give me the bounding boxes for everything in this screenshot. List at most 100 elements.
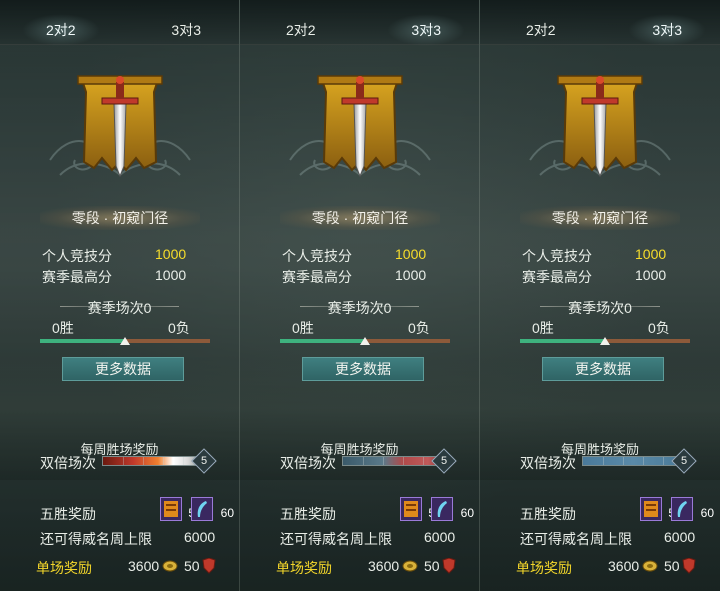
cap-label: 还可得威名周上限 <box>40 531 152 547</box>
tabs-right: 3对3 <box>171 22 201 38</box>
more-data-button[interactable]: 更多数据 <box>542 357 664 381</box>
mode-tabs: 2对2 3对3 <box>0 0 239 46</box>
season-wins: 0胜 <box>532 320 554 336</box>
single-label: 单场奖励 <box>516 560 572 576</box>
cap-value: 6000 <box>424 529 456 545</box>
rank-sword-banner-icon <box>317 75 403 178</box>
stats-personal-value: 1000 <box>395 246 427 262</box>
season-wins: 0胜 <box>52 320 74 336</box>
arena-panel: 2对2 3对3 零段 · 初窥门径 个人竞技分 1000 赛季最高分 1000 … <box>480 0 720 591</box>
coin-icon <box>402 560 418 572</box>
cap-label: 还可得威名周上限 <box>520 531 632 547</box>
double-matches-bar: 5 <box>342 448 457 474</box>
personal-score-value: 1000 <box>395 246 426 262</box>
stats-personal-label: 个人竞技分 <box>282 248 352 264</box>
reward-item-scroll-icon[interactable]: 5 <box>400 497 435 521</box>
tab-3v3[interactable]: 3对3 <box>387 14 465 46</box>
tabs-left: 2对2 <box>46 22 76 38</box>
tab-2v2[interactable]: 2对2 <box>286 20 316 40</box>
season-max-label: 赛季最高分 <box>42 267 112 287</box>
rank-title: 零段 · 初窥门径 <box>280 206 440 230</box>
season-max-label: 赛季最高分 <box>522 267 592 287</box>
five-win-label: 五胜奖励 <box>520 506 576 522</box>
season-wins: 0胜 <box>292 320 314 336</box>
stats-personal-label: 个人竞技分 <box>522 248 592 264</box>
double-matches-fill <box>103 457 203 465</box>
season-losses: 0负 <box>408 320 430 336</box>
more-button: 更多数据 <box>575 361 631 377</box>
five-win-reward-label: 五胜奖励 <box>520 504 576 524</box>
wins-count: 0胜 <box>532 318 554 338</box>
single-label: 单场奖励 <box>276 560 332 576</box>
weekly-double-label: 双倍场次 <box>520 455 576 471</box>
rank-title: 零段 · 初窥门径 <box>520 206 680 230</box>
win-loss-marker <box>120 337 130 345</box>
fame-shield-icon <box>682 558 696 574</box>
weekly-fame-cap-label: 还可得威名周上限 <box>280 529 392 549</box>
single-fame-value: 50 <box>184 558 200 574</box>
weekly-fame-cap-label: 还可得威名周上限 <box>520 529 632 549</box>
fame-reward-value: 50 <box>424 558 440 574</box>
reward-item-count: 60 <box>700 506 714 520</box>
losses-count: 0负 <box>168 318 190 338</box>
tabs-left: 2对2 <box>286 22 316 38</box>
losses-count: 0负 <box>408 318 430 338</box>
more-button: 更多数据 <box>335 361 391 377</box>
stats-season-max-value: 1000 <box>155 267 187 283</box>
stats-season-max-label: 赛季最高分 <box>282 269 352 285</box>
season-matches: 赛季场次0 <box>480 298 720 318</box>
five-win-label: 五胜奖励 <box>280 506 336 522</box>
personal-score-value: 1000 <box>635 246 666 262</box>
weekly-double-label: 双倍场次 <box>280 455 336 471</box>
single-label: 单场奖励 <box>36 560 92 576</box>
arena-panel: 2对2 3对3 零段 · 初窥门径 个人竞技分 1000 赛季最高分 1000 … <box>0 0 240 591</box>
coin-icon <box>162 560 178 572</box>
stats-season-max-value: 1000 <box>635 267 667 283</box>
weekly-fame-cap-value: 6000 <box>424 529 455 545</box>
season-matches: 赛季场次0 <box>240 298 479 318</box>
win-portion <box>280 339 365 343</box>
season-title: 赛季场次0 <box>568 300 632 316</box>
fame-reward-value: 50 <box>184 558 200 574</box>
double-matches-label: 双倍场次 <box>280 453 336 473</box>
coin-reward-value: 3600 <box>608 558 639 574</box>
reward-item-feather-icon[interactable]: 60 <box>191 497 234 521</box>
tab-3v3[interactable]: 3对3 <box>171 20 201 40</box>
reward-item-feather-icon[interactable]: 60 <box>431 497 474 521</box>
season-max-value: 1000 <box>395 267 426 283</box>
win-portion <box>520 339 605 343</box>
tab-2v2[interactable]: 2对2 <box>526 20 556 40</box>
tab-2v2[interactable]: 2对2 <box>22 14 99 46</box>
win-loss-bar <box>520 337 690 345</box>
personal-score-label: 个人竞技分 <box>282 246 352 266</box>
double-matches-fill <box>583 457 683 465</box>
fame-shield-icon <box>442 558 456 574</box>
tab-3v3[interactable]: 3对3 <box>628 14 706 46</box>
tabs-left: 2对2 <box>526 22 556 38</box>
five-win-reward-label: 五胜奖励 <box>40 504 96 524</box>
more-data-button[interactable]: 更多数据 <box>302 357 424 381</box>
season-max-value: 1000 <box>635 267 666 283</box>
cap-label: 还可得威名周上限 <box>280 531 392 547</box>
personal-score-label: 个人竞技分 <box>42 246 112 266</box>
five-win-label: 五胜奖励 <box>40 506 96 522</box>
five-win-reward-label: 五胜奖励 <box>280 504 336 524</box>
single-match-reward-label: 单场奖励 <box>36 558 92 578</box>
personal-score-label: 个人竞技分 <box>522 246 592 266</box>
stats-season-max-label: 赛季最高分 <box>42 269 112 285</box>
arena-screen: 2对2 3对3 零段 · 初窥门径 个人竞技分 1000 赛季最高分 1000 … <box>0 0 720 591</box>
wins-count: 0胜 <box>52 318 74 338</box>
single-coin-value: 3600 <box>608 558 640 574</box>
reward-item-scroll-icon[interactable]: 5 <box>160 497 195 521</box>
reward-item-scroll-icon[interactable]: 5 <box>640 497 675 521</box>
cap-value: 6000 <box>664 529 696 545</box>
rank: 零段 · 初窥门径 <box>551 210 649 226</box>
stats-personal-value: 1000 <box>635 246 667 262</box>
double-matches-fill <box>343 457 443 465</box>
arena-panel: 2对2 3对3 零段 · 初窥门径 个人竞技分 1000 赛季最高分 1000 … <box>240 0 480 591</box>
weekly-fame-cap-value: 6000 <box>664 529 695 545</box>
rank-sword-banner-icon <box>77 75 163 178</box>
stats-personal-value: 1000 <box>155 246 187 262</box>
more-data-button[interactable]: 更多数据 <box>62 357 184 381</box>
reward-item-feather-icon[interactable]: 60 <box>671 497 714 521</box>
